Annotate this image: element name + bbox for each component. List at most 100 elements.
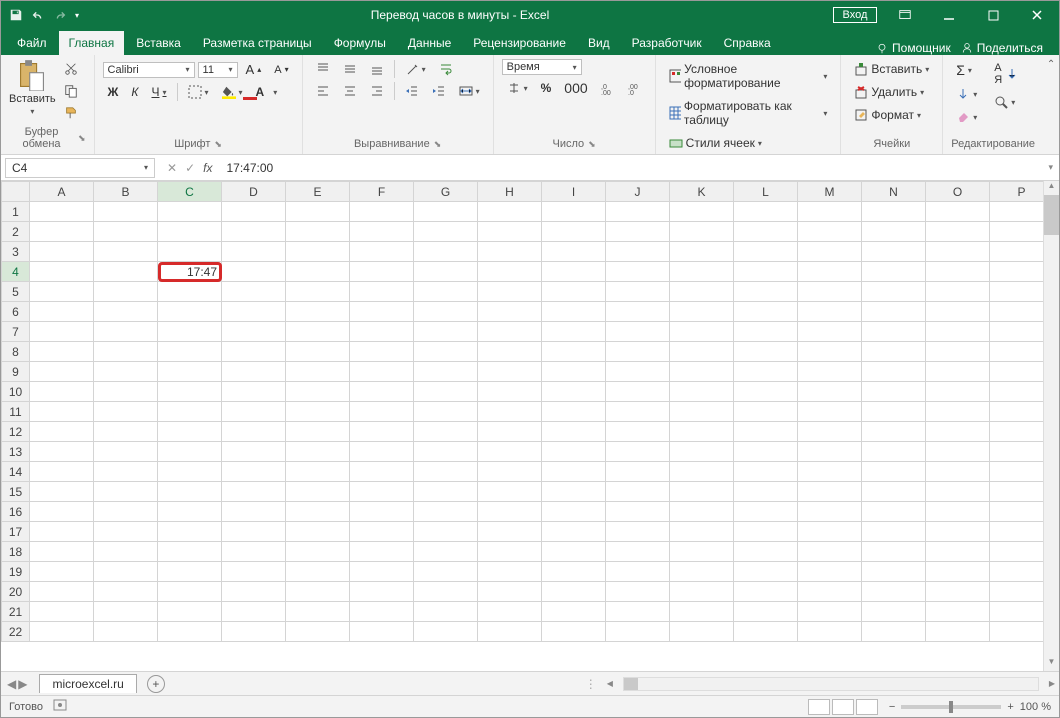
cell[interactable] (670, 522, 734, 542)
cell[interactable] (542, 322, 606, 342)
cell[interactable] (734, 422, 798, 442)
cell[interactable] (94, 322, 158, 342)
tab-page-layout[interactable]: Разметка страницы (193, 31, 322, 55)
tab-review[interactable]: Рецензирование (463, 31, 576, 55)
cell[interactable] (542, 542, 606, 562)
format-cells-button[interactable]: Формат ▾ (849, 105, 934, 125)
cell[interactable] (158, 482, 222, 502)
row-header[interactable]: 21 (2, 602, 30, 622)
cell[interactable] (862, 222, 926, 242)
cell[interactable] (158, 362, 222, 382)
cell[interactable] (734, 402, 798, 422)
cell[interactable] (734, 302, 798, 322)
cell[interactable] (222, 582, 286, 602)
cell[interactable] (798, 562, 862, 582)
cell[interactable] (670, 562, 734, 582)
cell[interactable] (798, 522, 862, 542)
cell[interactable] (798, 422, 862, 442)
autosum-button[interactable]: Σ▾ (951, 59, 982, 81)
macro-record-icon[interactable] (53, 699, 67, 714)
fill-button[interactable]: ▾ (951, 84, 982, 104)
cell[interactable] (414, 362, 478, 382)
cell[interactable] (734, 502, 798, 522)
cell[interactable] (222, 602, 286, 622)
align-right-icon[interactable] (365, 81, 389, 101)
hscroll-left-icon[interactable]: ◀ (603, 679, 617, 688)
cell[interactable] (158, 522, 222, 542)
view-pagelayout-icon[interactable] (832, 699, 854, 715)
cell[interactable] (862, 502, 926, 522)
cell[interactable] (414, 562, 478, 582)
cell[interactable] (350, 322, 414, 342)
cell[interactable] (798, 202, 862, 222)
conditional-formatting-button[interactable]: Условное форматирование ▾ (664, 59, 833, 93)
cell[interactable] (94, 422, 158, 442)
column-header[interactable]: F (350, 182, 414, 202)
cell[interactable] (606, 602, 670, 622)
cell[interactable] (94, 522, 158, 542)
cell[interactable] (542, 402, 606, 422)
cell[interactable] (606, 622, 670, 642)
cell[interactable] (94, 442, 158, 462)
cell[interactable] (350, 282, 414, 302)
cell[interactable] (606, 422, 670, 442)
row-header[interactable]: 11 (2, 402, 30, 422)
cell[interactable] (542, 222, 606, 242)
cell[interactable] (798, 362, 862, 382)
cell[interactable] (542, 622, 606, 642)
tab-data[interactable]: Данные (398, 31, 461, 55)
cell[interactable] (158, 442, 222, 462)
cell[interactable] (542, 262, 606, 282)
row-header[interactable]: 2 (2, 222, 30, 242)
cell[interactable] (606, 582, 670, 602)
cell[interactable] (734, 442, 798, 462)
cell[interactable] (606, 302, 670, 322)
cell[interactable] (350, 222, 414, 242)
cell[interactable] (670, 222, 734, 242)
cell[interactable] (94, 242, 158, 262)
save-icon[interactable] (9, 8, 23, 22)
cell[interactable] (94, 202, 158, 222)
column-header[interactable]: K (670, 182, 734, 202)
cell[interactable] (158, 462, 222, 482)
cell[interactable] (286, 602, 350, 622)
column-header[interactable]: J (606, 182, 670, 202)
cell[interactable] (478, 362, 542, 382)
cell[interactable] (222, 322, 286, 342)
column-header[interactable]: O (926, 182, 990, 202)
cell[interactable] (350, 622, 414, 642)
cell[interactable] (670, 262, 734, 282)
cell[interactable] (670, 302, 734, 322)
align-top-icon[interactable] (311, 59, 335, 79)
cell[interactable] (478, 602, 542, 622)
cell[interactable] (478, 202, 542, 222)
cell[interactable] (94, 482, 158, 502)
column-header[interactable]: N (862, 182, 926, 202)
enter-formula-icon[interactable]: ✓ (185, 161, 195, 175)
fx-icon[interactable]: fx (203, 161, 212, 175)
cell[interactable] (286, 282, 350, 302)
cell[interactable] (606, 202, 670, 222)
increase-font-icon[interactable]: A▴ (241, 59, 267, 80)
cell[interactable] (158, 342, 222, 362)
cell[interactable] (926, 542, 990, 562)
column-header[interactable]: H (478, 182, 542, 202)
cell[interactable] (478, 562, 542, 582)
cell[interactable] (158, 282, 222, 302)
cell[interactable] (30, 522, 94, 542)
share-button[interactable]: Поделиться (961, 41, 1043, 55)
cancel-formula-icon[interactable]: ✕ (167, 161, 177, 175)
cell[interactable] (734, 602, 798, 622)
cell[interactable] (478, 462, 542, 482)
row-header[interactable]: 12 (2, 422, 30, 442)
cell[interactable] (94, 502, 158, 522)
cell[interactable] (158, 602, 222, 622)
cell[interactable] (734, 242, 798, 262)
cell[interactable] (158, 542, 222, 562)
cell[interactable] (862, 442, 926, 462)
cell[interactable] (222, 402, 286, 422)
cell-styles-button[interactable]: Стили ячеек ▾ (664, 133, 833, 153)
cell[interactable] (286, 442, 350, 462)
cell[interactable] (30, 502, 94, 522)
cell[interactable] (286, 622, 350, 642)
